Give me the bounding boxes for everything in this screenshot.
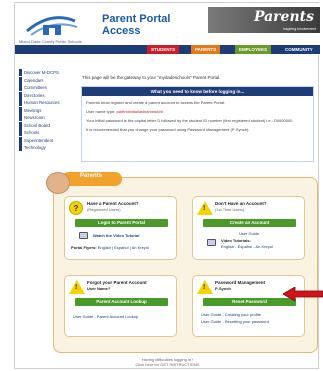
flyers-label: Portal Flyers: — [71, 245, 97, 250]
sidebar-item-human-resources[interactable]: Human Resources — [19, 99, 73, 106]
parents-label: Parents — [80, 173, 103, 179]
sidebar: Discover M-DCPS Calendars Committees Dir… — [19, 69, 73, 152]
info-line-psynch: It is recommended that you change your p… — [86, 127, 250, 132]
reset-guide-link[interactable]: User Guide - Resetting your password — [201, 319, 269, 324]
sidebar-item-school-board[interactable]: School Board — [19, 121, 73, 129]
title-line2: Access — [102, 25, 141, 37]
title-line1: Parent Portal — [102, 13, 171, 25]
username-format: parfirstinitiallastname#### — [116, 109, 163, 114]
card-title-2: P-Synch — [215, 286, 232, 291]
card-no-account: ! Don't Have an Account? (1st Time Users… — [192, 196, 305, 260]
footer-instructions-link[interactable]: Click here for GET INSTRUCTIONS — [15, 362, 320, 367]
question-icon: ? — [69, 201, 83, 215]
page-title: Parent Portal Access — [102, 13, 170, 37]
card-have-account: ? Have a Parent Account? (Registered Use… — [64, 196, 177, 260]
card-title: Password Management — [215, 280, 266, 285]
intro-text: This page will be the gateway to your "m… — [82, 75, 221, 80]
banner-title: Parents — [253, 9, 314, 25]
nav-employees[interactable]: EMPLOYEES — [235, 45, 272, 54]
parents-tab: Parents — [62, 172, 122, 186]
card-subtitle: (1st Time Users) — [215, 207, 245, 212]
sidebar-item-discover[interactable]: Discover M-DCPS — [19, 69, 73, 76]
warning-icon-mark: ! — [75, 284, 78, 291]
nav-parents[interactable]: PARENTS — [191, 45, 221, 54]
sidebar-item-committees[interactable]: Committees — [19, 84, 73, 91]
sidebar-item-newsroom[interactable]: Newsroom — [19, 114, 73, 121]
nav-community[interactable]: COMMUNITY — [285, 47, 313, 52]
nav-students[interactable]: STUDENTS — [147, 45, 180, 54]
parents-panel: Parents ? Have a Parent Account? (Regist… — [46, 172, 318, 353]
username-label: User name type: — [86, 109, 117, 114]
video-icon — [79, 232, 88, 239]
sidebar-item-meetings[interactable]: Meetings — [19, 106, 73, 114]
card-title: Forgot your Parent Account — [87, 280, 147, 285]
top-nav: STUDENTS PARENTS EMPLOYEES COMMUNITY — [15, 45, 320, 54]
sidebar-item-directories[interactable]: Directories — [19, 91, 73, 99]
red-arrow-icon — [283, 287, 323, 301]
sidebar-item-calendars[interactable]: Calendars — [19, 76, 73, 84]
warning-icon-mark: ! — [203, 205, 206, 212]
parents-photo — [46, 172, 70, 194]
sidebar-item-technology[interactable]: Technology — [19, 144, 73, 151]
banner-subtitle: Inspiring Involvement — [282, 27, 316, 31]
card-subtitle: (Registered Users) — [87, 207, 121, 212]
footer-help: Having difficulties logging in? Click he… — [15, 357, 320, 367]
video-tutorials-title: Video Tutorials: — [221, 238, 251, 243]
create-account-button[interactable]: Create an Account — [203, 219, 296, 227]
card-password-management: ! Password Management P-Synch Reset Pass… — [192, 275, 305, 337]
profile-guide-link[interactable]: User Guide - Creating your profile — [201, 312, 261, 317]
card-title: Have a Parent Account? — [87, 201, 139, 206]
login-info-box: What you need to know before logging in.… — [81, 86, 314, 162]
parents-banner: Parents Inspiring Involvement — [208, 7, 320, 33]
video-tutorials-label: Video Tutorials: — [221, 238, 251, 243]
sidebar-item-superintendent[interactable]: Superintendent — [19, 136, 73, 144]
card-title: Don't Have an Account? — [215, 201, 267, 206]
flyers-languages[interactable]: English | Español | An Kreyòl — [98, 245, 149, 250]
login-portal-button[interactable]: Login to Parent Portal — [75, 219, 168, 227]
lookup-guide-link[interactable]: User Guide - Parent Account Lookup — [73, 314, 138, 319]
info-heading: What you need to know before logging in.… — [82, 87, 313, 96]
district-logo[interactable] — [21, 9, 81, 43]
info-line-register: Parents must register and create a paren… — [86, 100, 226, 105]
card-forgot-username: ! Forgot your Parent Account User Name? … — [64, 275, 177, 337]
user-guide-link[interactable]: User Guide — [239, 231, 259, 236]
portal-flyers-links[interactable]: Portal Flyers: English | Español | An Kr… — [71, 245, 149, 250]
info-line-username: User name type: parfirstinitiallastname#… — [82, 109, 313, 114]
district-name: Miami-Dade County Public Schools — [19, 39, 82, 44]
warning-icon-mark: ! — [203, 284, 206, 291]
info-line-password: Your Initial password is the capital let… — [86, 118, 294, 123]
video-tutorial-link[interactable]: Watch the Video Tutorial — [93, 233, 139, 238]
account-lookup-button[interactable]: Parent Account Lookup — [75, 298, 168, 306]
video-tutorials-links[interactable]: English - Español - An Kreyòl — [221, 244, 273, 249]
page-frame: Miami-Dade County Public Schools Parent … — [14, 2, 320, 369]
header: Miami-Dade County Public Schools Parent … — [15, 3, 320, 55]
sidebar-item-schools[interactable]: Schools — [19, 129, 73, 136]
card-title-2: User Name? — [87, 286, 111, 291]
video-icon — [207, 239, 216, 246]
